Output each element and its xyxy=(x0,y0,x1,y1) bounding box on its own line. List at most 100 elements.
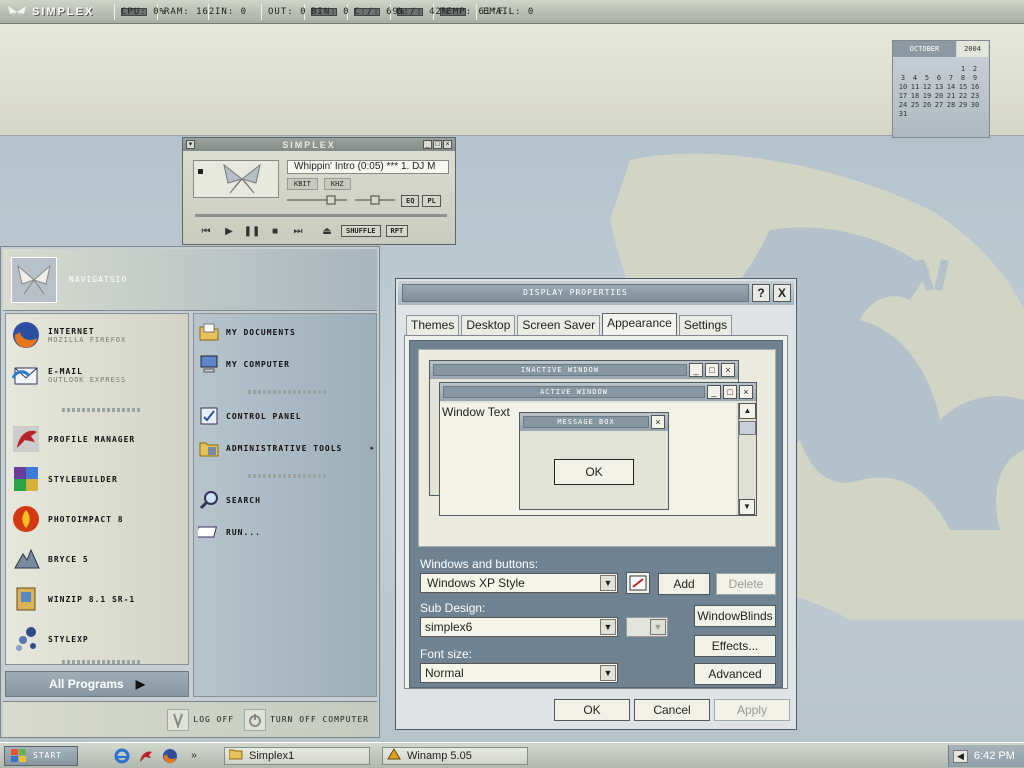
advanced-button[interactable]: Advanced xyxy=(694,663,776,685)
calendar-day[interactable]: 2 xyxy=(969,65,981,73)
calendar-day[interactable]: 9 xyxy=(969,74,981,82)
calendar-day[interactable]: 29 xyxy=(957,101,969,109)
calendar-day[interactable]: 3 xyxy=(897,74,909,82)
windowblinds-button[interactable]: WindowBlinds xyxy=(694,605,776,627)
help-button[interactable]: ? xyxy=(752,284,770,302)
all-programs-button[interactable]: All Programs ▶ xyxy=(5,671,189,697)
ok-button[interactable]: OK xyxy=(554,699,630,721)
color-picker-select[interactable]: ▼ xyxy=(626,617,668,637)
menu-item-administrative-tools[interactable]: ADMINISTRATIVE TOOLS ▸ xyxy=(198,436,374,460)
calendar-day[interactable]: 6 xyxy=(933,74,945,82)
cancel-button[interactable]: Cancel xyxy=(634,699,710,721)
winamp-close-button[interactable]: × xyxy=(442,140,452,149)
winamp-shade-button[interactable]: □ xyxy=(432,140,442,149)
tray-expand-icon[interactable]: ◀ xyxy=(953,749,968,763)
menu-item-email[interactable]: E-MAIL OUTLOOK EXPRESS xyxy=(6,358,186,392)
calendar-day[interactable]: 19 xyxy=(921,92,933,100)
apply-button[interactable]: Apply xyxy=(714,699,790,721)
task-simplex1[interactable]: Simplex1 xyxy=(224,746,370,765)
winamp-menu-button[interactable]: ▾ xyxy=(186,140,195,149)
sub-design-select[interactable]: simplex6 ▼ xyxy=(420,617,618,637)
calendar-day[interactable]: 31 xyxy=(897,110,909,118)
menu-item-search[interactable]: SEARCH xyxy=(198,488,374,512)
delete-button[interactable]: Delete xyxy=(716,573,776,595)
menu-item-bryce[interactable]: BRYCE 5 xyxy=(6,542,186,576)
firefox-icon[interactable] xyxy=(162,748,178,764)
winamp-minimize-button[interactable]: _ xyxy=(422,140,432,149)
winamp-song-display[interactable]: Whippin' Intro (0:05) *** 1. DJ M xyxy=(287,160,449,174)
calendar-day[interactable]: 26 xyxy=(921,101,933,109)
next-icon[interactable]: ⏭ xyxy=(289,224,307,238)
calendar-day[interactable]: 14 xyxy=(945,83,957,91)
start-button[interactable]: START xyxy=(4,745,78,766)
calendar-day[interactable]: 27 xyxy=(933,101,945,109)
avatar[interactable] xyxy=(11,256,57,303)
internet-explorer-icon[interactable] xyxy=(114,748,130,764)
menu-item-stylebuilder[interactable]: STYLEBUILDER xyxy=(6,462,186,496)
calendar-day[interactable]: 24 xyxy=(897,101,909,109)
windows-buttons-select[interactable]: Windows XP Style ▼ xyxy=(420,573,618,593)
close-button[interactable]: X xyxy=(773,284,791,302)
menu-item-my-computer[interactable]: MY COMPUTER xyxy=(198,352,374,376)
dialog-titlebar[interactable]: DISPLAY PROPERTIES ? X xyxy=(398,281,794,305)
menu-item-photoimpact[interactable]: PHOTOIMPACT 8 xyxy=(6,502,186,536)
menu-item-profile-manager[interactable]: PROFILE MANAGER xyxy=(6,422,186,456)
winamp-eq-toggle[interactable]: EQ xyxy=(401,195,420,207)
calendar-day[interactable]: 25 xyxy=(909,101,921,109)
calendar-day[interactable]: 17 xyxy=(897,92,909,100)
calendar-day[interactable]: 16 xyxy=(969,83,981,91)
calendar-day[interactable]: 7 xyxy=(945,74,957,82)
eject-icon[interactable]: ⏏ xyxy=(318,224,336,238)
log-off-button[interactable]: LOG OFF xyxy=(167,708,234,731)
winamp-visualizer[interactable] xyxy=(193,160,279,198)
calendar-day[interactable]: 30 xyxy=(969,101,981,109)
calendar-day[interactable]: 1 xyxy=(957,65,969,73)
calendar-day[interactable]: 5 xyxy=(921,74,933,82)
calendar-day[interactable]: 21 xyxy=(945,92,957,100)
tab-screen-saver[interactable]: Screen Saver xyxy=(517,315,601,335)
calendar-day[interactable]: 22 xyxy=(957,92,969,100)
menu-item-stylexp[interactable]: STYLEXP xyxy=(6,622,186,656)
repeat-toggle[interactable]: RPT xyxy=(385,225,409,237)
calendar-day[interactable]: 4 xyxy=(909,74,921,82)
add-button[interactable]: Add xyxy=(658,573,710,595)
tab-desktop[interactable]: Desktop xyxy=(461,315,516,335)
clock[interactable]: 6:42 PM xyxy=(974,750,1015,762)
pause-icon[interactable]: ❚❚ xyxy=(243,224,261,238)
winamp-titlebar[interactable]: ▾ SIMPLEX _ □ × xyxy=(183,138,455,151)
calendar-day[interactable]: 20 xyxy=(933,92,945,100)
winamp-seek-bar[interactable] xyxy=(195,214,447,217)
calendar-day[interactable]: 10 xyxy=(897,83,909,91)
calendar-day[interactable]: 18 xyxy=(909,92,921,100)
play-icon[interactable]: ▶ xyxy=(220,224,238,238)
calendar-day[interactable]: 15 xyxy=(957,83,969,91)
font-size-select[interactable]: Normal ▼ xyxy=(420,663,618,683)
more-icon[interactable]: » xyxy=(186,748,202,764)
menu-item-control-panel[interactable]: CONTROL PANEL xyxy=(198,404,374,428)
calendar-day[interactable]: 8 xyxy=(957,74,969,82)
previous-icon[interactable]: ⏮ xyxy=(197,224,215,238)
calendar-day[interactable]: 11 xyxy=(909,83,921,91)
tab-appearance[interactable]: Appearance xyxy=(602,313,677,335)
menu-item-my-documents[interactable]: MY DOCUMENTS xyxy=(198,320,374,344)
turn-off-button[interactable]: TURN OFF COMPUTER xyxy=(244,708,369,731)
stop-icon[interactable]: ■ xyxy=(266,224,284,238)
winamp-playlist-toggle[interactable]: PL xyxy=(422,195,441,207)
menu-item-internet[interactable]: INTERNET MOZILLA FIREFOX xyxy=(6,318,186,352)
shuffle-toggle[interactable]: SHUFFLE xyxy=(341,225,381,237)
menu-item-winzip[interactable]: WINZIP 8.1 SR-1 xyxy=(6,582,186,616)
calendar-day[interactable]: 28 xyxy=(945,101,957,109)
calendar-day[interactable]: 23 xyxy=(969,92,981,100)
appearance-preview[interactable]: INACTIVE WINDOW _ □ × ACTIVE WINDOW _ □ × Wind… xyxy=(418,349,776,547)
tab-settings[interactable]: Settings xyxy=(678,315,733,335)
calendar-day[interactable]: 13 xyxy=(933,83,945,91)
calendar-day[interactable]: 12 xyxy=(921,83,933,91)
tab-themes[interactable]: Themes xyxy=(406,315,460,335)
dragon-icon[interactable] xyxy=(138,748,154,764)
effects-button[interactable]: Effects... xyxy=(694,635,776,657)
menu-item-run[interactable]: RUN... xyxy=(198,520,374,544)
edit-style-button[interactable] xyxy=(626,572,650,594)
task-winamp[interactable]: Winamp 5.05 xyxy=(382,746,528,765)
winamp-player[interactable]: ▾ SIMPLEX _ □ × Whippin' Intro (0:05) **… xyxy=(182,137,456,245)
winamp-volume-balance-sliders[interactable] xyxy=(287,195,397,205)
